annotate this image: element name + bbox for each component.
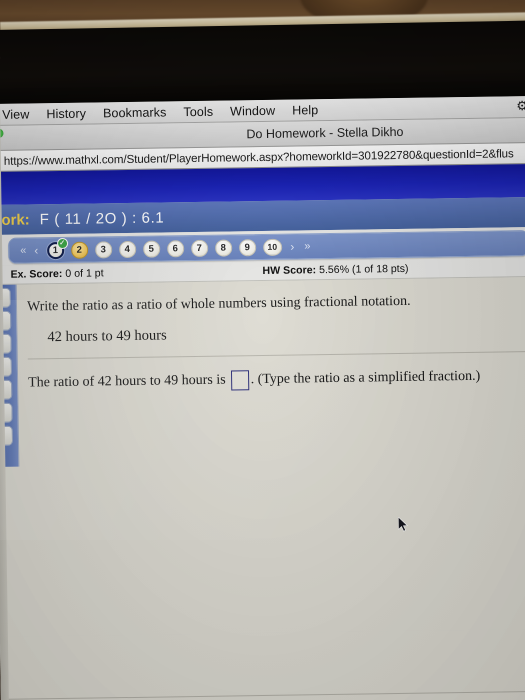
menu-extra-icon[interactable]: ⚙ [515,98,525,114]
bezel-camera-dot [0,54,1,61]
homework-score-value: 5.56% (1 of 18 pts) [318,262,409,277]
pager-item-2[interactable]: 2 [70,241,88,259]
pager-item-1[interactable]: 1 ✓ [46,237,68,259]
answer-suffix-text: . (Type the ratio as a simplified fracti… [250,368,481,388]
pager-item-4[interactable]: 4 [118,240,136,258]
address-bar-url: https://www.mathxl.com/Student/PlayerHom… [3,146,514,168]
window-title: Do Homework - Stella Dikho [246,124,404,142]
pager-item-7[interactable]: 7 [190,239,208,257]
homework-score: HW Score: 5.56% (1 of 18 pts) [262,263,408,277]
answer-input[interactable] [230,370,249,391]
pager-item-9[interactable]: 9 [238,238,256,256]
homework-score-label: HW Score: [262,264,317,278]
mouse-cursor-icon [398,516,409,532]
menu-item-view[interactable]: View [2,107,29,121]
pager-last-button[interactable]: » [304,240,308,252]
pager-item-6[interactable]: 6 [166,239,184,257]
homework-label: work: [0,210,30,229]
pager-next-button[interactable]: › [290,240,294,254]
exercise-score-value: 0 of 1 pt [65,267,104,280]
menu-item-window[interactable]: Window [230,103,275,118]
pager-prev-button[interactable]: ‹ [34,243,38,257]
laptop-screen: View History Bookmarks Tools Window Help… [0,95,525,700]
exercise-score: Ex. Score: 0 of 1 pt [10,267,103,280]
question-panel: Write the ratio as a ratio of whole numb… [0,276,525,637]
pager-item-10[interactable]: 10 [262,238,282,256]
pager-item-3[interactable]: 3 [94,240,112,258]
pager-item-8[interactable]: 8 [214,238,232,257]
menu-item-history[interactable]: History [46,106,86,121]
window-zoom-button[interactable] [0,128,4,138]
menu-item-help[interactable]: Help [292,103,318,117]
pager-first-button[interactable]: « [20,244,24,256]
homework-title: F ( 11 / 2O ) : 6.1 [39,208,165,228]
check-icon: ✓ [56,237,68,249]
answer-prefix-text: The ratio of 42 hours to 49 hours is [28,372,226,391]
answer-line: The ratio of 42 hours to 49 hours is . (… [28,352,525,393]
exercise-score-label: Ex. Score: [10,267,63,281]
photo-of-laptop-screen: View History Bookmarks Tools Window Help… [0,0,525,700]
menu-item-bookmarks[interactable]: Bookmarks [103,105,167,120]
panel-bottom-spacer [0,628,525,699]
pager-item-5[interactable]: 5 [142,240,160,258]
menu-item-tools[interactable]: Tools [183,104,213,118]
